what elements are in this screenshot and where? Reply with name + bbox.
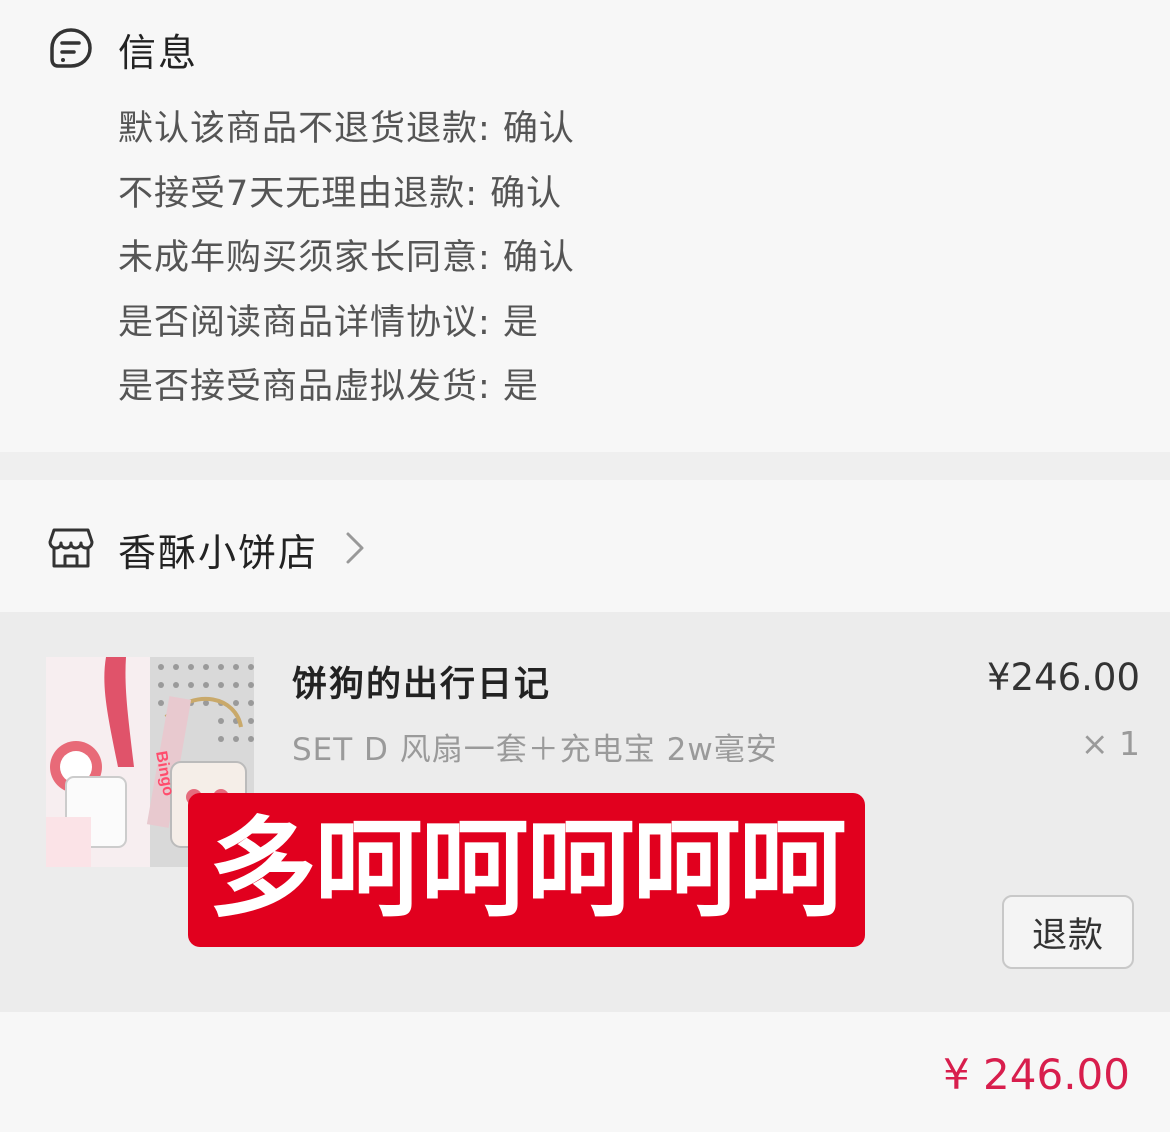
info-title: 信息	[118, 30, 199, 75]
product-variant: SET D 风扇一套＋充电宝 2w毫安	[292, 732, 778, 768]
message-icon	[50, 28, 92, 68]
product-price: ¥246.00	[986, 656, 1140, 699]
store-name[interactable]: 香酥小饼店	[118, 522, 318, 577]
overlay-banner: 多呵呵呵呵呵	[188, 793, 865, 947]
info-line-virtual-delivery: 是否接受商品虚拟发货: 是	[118, 367, 539, 407]
refund-button[interactable]: 退款	[1002, 895, 1134, 969]
section-divider	[0, 452, 1170, 480]
store-icon	[48, 528, 94, 568]
overlay-text: 多呵呵呵呵呵	[208, 807, 846, 932]
info-line-read-agreement: 是否阅读商品详情协议: 是	[118, 302, 539, 343]
product-name[interactable]: 饼狗的出行日记	[292, 656, 551, 707]
info-header: 信息	[48, 22, 198, 76]
info-line-no-return: 默认该商品不退货退款: 确认	[118, 109, 575, 149]
product-quantity: × 1	[1080, 724, 1140, 763]
info-line-minor-consent: 未成年购买须家长同意: 确认	[118, 238, 575, 278]
info-list: 默认该商品不退货退款: 确认 不接受7天无理由退款: 确认 未成年购买须家长同意…	[118, 100, 575, 423]
total-price: ¥ 246.00	[942, 1050, 1130, 1099]
chevron-right-icon[interactable]	[344, 530, 366, 566]
info-line-no-7day-refund: 不接受7天无理由退款: 确认	[118, 173, 563, 214]
info-section: 信息 默认该商品不退货退款: 确认 不接受7天无理由退款: 确认 未成年购买须家…	[0, 0, 1170, 452]
